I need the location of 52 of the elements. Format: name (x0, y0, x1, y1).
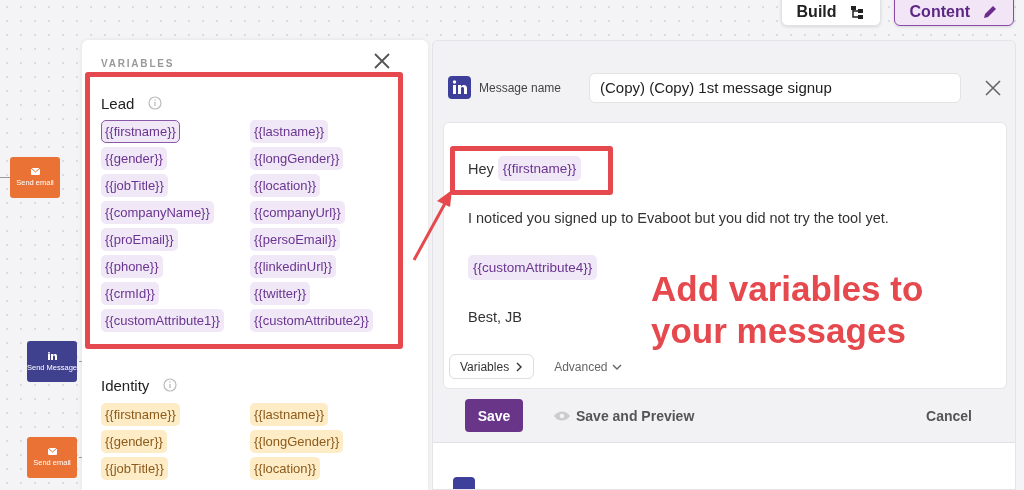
envelope-icon (47, 448, 57, 455)
header-tab[interactable]: Content (893, 0, 1014, 26)
message-text: I noticed you signed up to Evaboot but you did not try the tool yet. (468, 210, 889, 226)
variable-chip[interactable]: {{companyUrl}} (250, 201, 345, 224)
group-title: Identity (101, 376, 150, 394)
variable-chip[interactable]: {{lastname}} (250, 403, 329, 426)
panel-title: VARIABLES (101, 57, 175, 69)
advanced-dropdown[interactable]: Advanced (548, 358, 628, 375)
pencil-icon (982, 4, 998, 20)
message-name-field[interactable]: (Copy) (Copy) 1st message signup (589, 72, 961, 103)
variable-chip[interactable]: {{longGender}} (250, 147, 344, 170)
variable-chip[interactable]: {{longGender}} (250, 430, 344, 453)
variable-chip[interactable]: {{location}} (250, 457, 321, 480)
message-card[interactable] (433, 442, 1015, 489)
variable-chip[interactable]: {{lastname}} (250, 120, 329, 143)
chevron-right-icon (515, 361, 524, 372)
eye-icon (553, 409, 571, 422)
variable-chip[interactable]: {{crmId}} (101, 282, 159, 305)
info-icon[interactable] (163, 378, 178, 392)
info-icon[interactable] (148, 96, 163, 110)
variable-chip: {{firstname}} (497, 156, 582, 181)
save-button[interactable]: Save (465, 399, 523, 432)
save-preview-button[interactable]: Save and Preview (547, 406, 701, 425)
variable-chip[interactable]: {{gender}} (101, 430, 167, 453)
annotation-text: Add variables to your messages (651, 268, 924, 352)
header-tab[interactable]: Build (780, 0, 881, 26)
close-icon[interactable] (374, 53, 390, 69)
variable-chip[interactable]: {{companyName}} (101, 201, 214, 224)
cancel-button[interactable]: Cancel (920, 406, 978, 425)
variable-chip[interactable]: {{persoEmail}} (250, 228, 341, 251)
variable-chip[interactable]: {{customAttribute2}} (250, 309, 373, 332)
message-text: Best, JB (468, 309, 522, 325)
variable-chip[interactable]: {{twitter}} (250, 282, 311, 305)
close-icon[interactable] (985, 79, 1001, 96)
variable-chip[interactable]: {{firstname}} (101, 120, 180, 143)
message-text: Hey (468, 160, 494, 177)
variable-chip[interactable]: {{linkedinUrl}} (250, 255, 337, 278)
variable-chip: {{customAttribute4}} (468, 255, 598, 280)
variable-chip[interactable]: {{jobTitle}} (101, 174, 168, 197)
variable-chip[interactable]: {{proEmail}} (101, 228, 178, 251)
envelope-icon (30, 168, 40, 175)
variable-chip[interactable]: {{customAttribute1}} (101, 309, 224, 332)
group-title: Lead (101, 94, 135, 112)
field-label: Message name (479, 80, 563, 95)
variable-chip[interactable]: {{location}} (250, 174, 321, 197)
hierarchy-icon (848, 4, 865, 20)
variable-chip[interactable]: {{firstname}} (101, 403, 180, 426)
variable-chip[interactable]: {{jobTitle}} (101, 457, 168, 480)
variable-chip[interactable]: {{gender}} (101, 147, 167, 170)
variable-chip[interactable]: {{phone}} (101, 255, 163, 278)
caret-icon (611, 362, 622, 371)
variables-button[interactable]: Variables (449, 354, 535, 379)
